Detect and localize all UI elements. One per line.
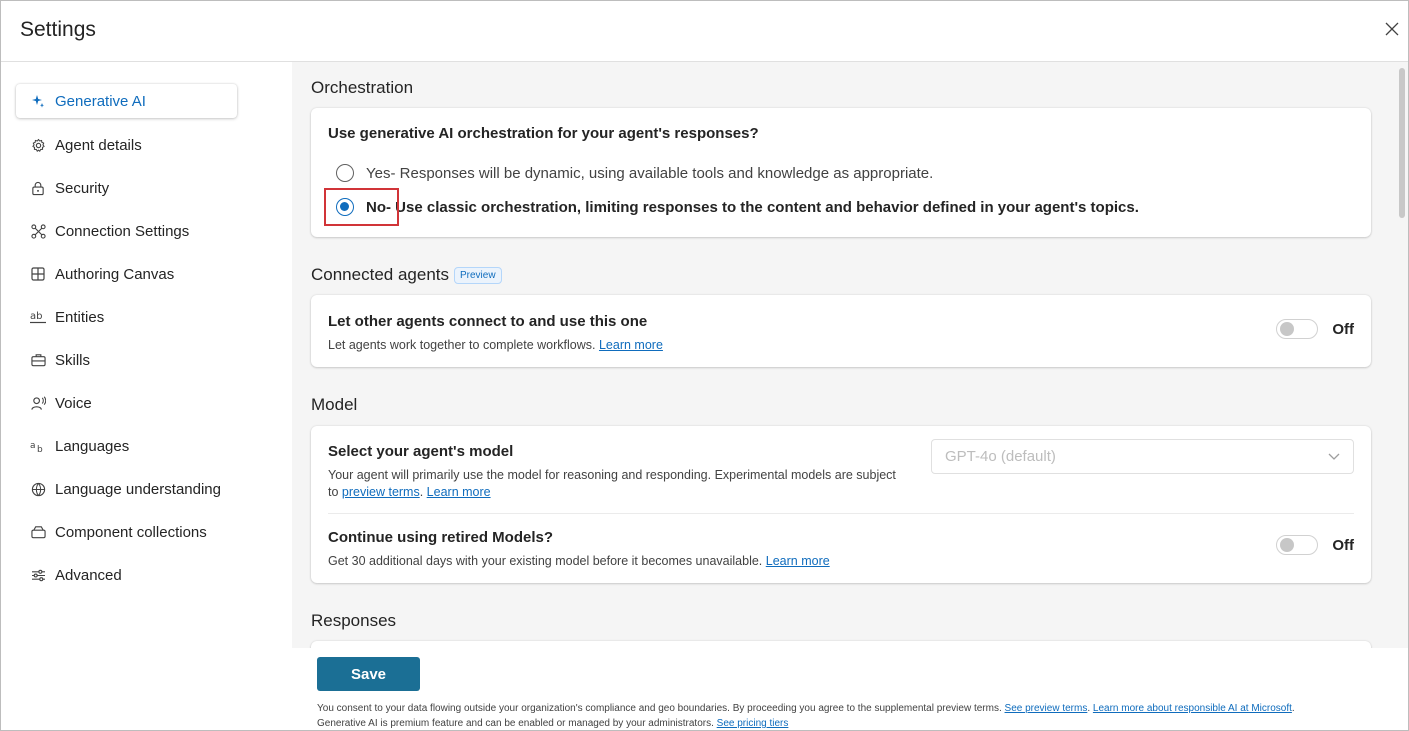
sidebar-item-voice[interactable]: Voice: [16, 386, 237, 420]
sidebar-item-language-understanding[interactable]: Language understanding: [16, 472, 237, 506]
orchestration-card: Use generative AI orchestration for your…: [311, 108, 1371, 237]
learn-more-link[interactable]: Learn more: [766, 554, 830, 568]
translate-icon: ab: [30, 438, 46, 454]
connected-agents-card: Let other agents connect to and use this…: [311, 295, 1371, 367]
sparkle-icon: [30, 93, 46, 109]
responses-heading: Responses: [311, 611, 397, 630]
sidebar-item-languages[interactable]: ab Languages: [16, 429, 237, 463]
connected-agents-heading: Connected agents Preview: [311, 265, 502, 285]
sidebar-item-label: Languages: [55, 437, 130, 455]
orchestration-question: Use generative AI orchestration for your…: [328, 125, 759, 142]
dialog-header: Settings: [1, 1, 1408, 62]
sidebar-item-label: Authoring Canvas: [55, 265, 175, 283]
select-model-title: Select your agent's model: [328, 443, 514, 460]
sidebar-item-label: Connection Settings: [55, 222, 190, 240]
sidebar-item-connection-settings[interactable]: Connection Settings: [16, 214, 237, 248]
desc-text: Get 30 additional days with your existin…: [328, 554, 763, 568]
option-text: - Use classic orchestration, limiting re…: [386, 198, 1139, 216]
model-card: Select your agent's model Your agent wil…: [311, 426, 1371, 583]
settings-dialog: Settings Generative AI Agent details Sec…: [0, 0, 1409, 731]
connected-agents-toggle-wrap: Off: [1276, 319, 1354, 339]
footer-consent-text: You consent to your data flowing outside…: [317, 703, 1295, 729]
radio-yes[interactable]: [336, 164, 354, 182]
preview-badge: Preview: [454, 267, 502, 284]
sliders-icon: [30, 567, 46, 583]
sidebar-item-label: Component collections: [55, 523, 207, 541]
sidebar-item-entities[interactable]: ab Entities: [16, 300, 237, 334]
sidebar-item-label: Generative AI: [55, 92, 146, 110]
scrollbar[interactable]: [1396, 62, 1408, 648]
premium-text: Generative AI is premium feature and can…: [317, 718, 714, 729]
learn-more-link[interactable]: Learn more: [427, 485, 491, 499]
learn-more-link[interactable]: Learn more: [599, 338, 663, 352]
settings-sidebar: Generative AI Agent details Security Con…: [1, 62, 291, 730]
lock-icon: [30, 180, 46, 196]
connected-agents-row-desc: Let agents work together to complete wor…: [328, 337, 663, 354]
sidebar-item-label: Security: [55, 179, 110, 197]
desc-text: Let agents work together to complete wor…: [328, 338, 596, 352]
collection-icon: [30, 524, 46, 540]
entity-icon: ab: [30, 309, 46, 325]
sidebar-item-label: Agent details: [55, 136, 142, 154]
divider: [328, 513, 1354, 514]
gear-icon: [30, 137, 46, 153]
briefcase-icon: [30, 352, 46, 368]
toggle-state-label: Off: [1332, 320, 1354, 338]
orchestration-option-no[interactable]: No - Use classic orchestration, limiting…: [336, 198, 1139, 216]
connected-agents-toggle[interactable]: [1276, 319, 1319, 339]
connected-agents-title: Connected agents: [311, 265, 449, 284]
dropdown-value: GPT-4o (default): [945, 448, 1056, 465]
sidebar-item-skills[interactable]: Skills: [16, 343, 237, 377]
retired-models-toggle[interactable]: [1276, 535, 1319, 555]
model-dropdown[interactable]: GPT-4o (default): [931, 439, 1354, 474]
sidebar-item-label: Voice: [55, 394, 92, 412]
globe-icon: [30, 481, 46, 497]
responsible-ai-link[interactable]: Learn more about responsible AI at Micro…: [1093, 703, 1292, 714]
grid-icon: [30, 266, 46, 282]
model-heading: Model: [311, 395, 358, 414]
sidebar-item-label: Entities: [55, 308, 105, 326]
sidebar-item-label: Skills: [55, 351, 91, 369]
dialog-title: Settings: [20, 18, 96, 41]
sidebar-item-authoring-canvas[interactable]: Authoring Canvas: [16, 257, 237, 291]
sidebar-item-label: Language understanding: [55, 480, 221, 498]
orchestration-heading: Orchestration: [311, 78, 414, 97]
option-lead: Yes: [366, 164, 391, 182]
sidebar-item-generative-ai[interactable]: Generative AI: [16, 84, 237, 118]
connected-agents-row-title: Let other agents connect to and use this…: [328, 313, 648, 330]
sidebar-item-advanced[interactable]: Advanced: [16, 558, 237, 592]
svg-text:a: a: [30, 441, 36, 451]
connection-icon: [30, 223, 46, 239]
toggle-state-label: Off: [1332, 536, 1354, 554]
close-button[interactable]: [1380, 17, 1404, 41]
voice-icon: [30, 395, 46, 411]
sidebar-item-security[interactable]: Security: [16, 171, 237, 205]
dialog-footer: Save You consent to your data flowing ou…: [292, 648, 1408, 730]
sidebar-item-label: Advanced: [55, 566, 122, 584]
select-model-desc: Your agent will primarily use the model …: [328, 468, 896, 499]
desc-text: to: [328, 485, 339, 499]
orchestration-option-yes[interactable]: Yes - Responses will be dynamic, using a…: [336, 164, 933, 182]
pricing-tiers-link[interactable]: See pricing tiers: [717, 718, 789, 729]
preview-terms-link[interactable]: preview terms: [342, 485, 420, 499]
svg-text:b: b: [37, 445, 43, 453]
svg-text:ab: ab: [30, 311, 42, 322]
highlight-box: [324, 188, 399, 226]
save-button[interactable]: Save: [317, 657, 420, 691]
responses-card: [311, 641, 1371, 648]
retired-models-desc: Get 30 additional days with your existin…: [328, 553, 830, 570]
consent-text: You consent to your data flowing outside…: [317, 703, 1002, 714]
chevron-down-icon: [1328, 453, 1340, 460]
sidebar-item-agent-details[interactable]: Agent details: [16, 128, 237, 162]
sidebar-item-component-collections[interactable]: Component collections: [16, 515, 237, 549]
retired-models-title: Continue using retired Models?: [328, 529, 554, 546]
option-text: - Responses will be dynamic, using avail…: [390, 164, 934, 182]
see-preview-terms-link[interactable]: See preview terms: [1005, 703, 1088, 714]
settings-content: Orchestration Use generative AI orchestr…: [292, 62, 1408, 648]
desc-text: Your agent will primarily use the model …: [328, 468, 896, 482]
retired-models-toggle-wrap: Off: [1276, 535, 1354, 555]
scrollbar-thumb[interactable]: [1399, 68, 1405, 218]
close-icon: [1385, 22, 1399, 36]
